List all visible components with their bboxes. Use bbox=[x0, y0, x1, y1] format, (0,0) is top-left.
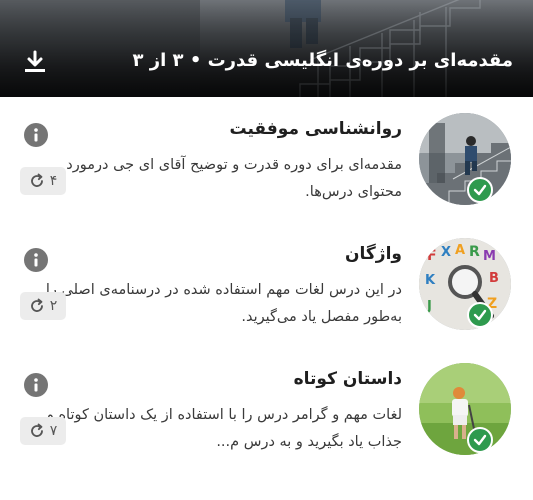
info-icon bbox=[34, 378, 38, 392]
retry-icon bbox=[30, 423, 43, 437]
retry-icon bbox=[30, 173, 43, 187]
info-button[interactable] bbox=[24, 123, 48, 147]
retry-count: ۲ bbox=[49, 298, 58, 314]
svg-text:R: R bbox=[469, 244, 480, 260]
svg-text:K: K bbox=[425, 273, 436, 288]
lesson-description: در این درس لغات مهم استفاده شده در درسنا… bbox=[45, 282, 402, 325]
info-button[interactable] bbox=[24, 373, 48, 397]
retry-button[interactable]: ۲ bbox=[20, 292, 66, 320]
completed-check-icon bbox=[467, 177, 493, 203]
info-icon bbox=[34, 128, 38, 142]
retry-icon bbox=[30, 298, 43, 312]
lesson-title: واژگان bbox=[345, 244, 402, 264]
lesson-description: لغات مهم و گرامر درس را با استفاده از یک… bbox=[46, 407, 402, 450]
svg-text:A: A bbox=[455, 243, 465, 258]
info-icon bbox=[34, 253, 38, 267]
retry-count: ۴ bbox=[49, 173, 58, 189]
retry-button[interactable]: ۷ bbox=[20, 417, 66, 445]
completed-check-icon bbox=[467, 302, 493, 328]
svg-text:J: J bbox=[426, 299, 432, 314]
completed-check-icon bbox=[467, 427, 493, 453]
retry-count: ۷ bbox=[49, 423, 58, 439]
lesson-thumbnail bbox=[419, 113, 511, 205]
svg-text:M: M bbox=[483, 249, 496, 264]
svg-text:B: B bbox=[489, 271, 499, 286]
lesson-thumbnail: F X A R M K B J Z bbox=[419, 238, 511, 330]
lesson-item[interactable]: روانشناسی موفقیت مقدمه‌ای برای دوره قدرت… bbox=[0, 97, 533, 222]
lesson-description: مقدمه‌ای برای دوره قدرت و توضیح آقای ای … bbox=[66, 157, 402, 200]
course-title: مقدمه‌ای بر دوره‌ی انگلیسی قدرت • ۳ از ۳ bbox=[132, 50, 513, 71]
svg-text:F: F bbox=[427, 248, 437, 264]
retry-button[interactable]: ۴ bbox=[20, 167, 66, 195]
lesson-item[interactable]: F X A R M K B J Z واژگان در این درس لغات… bbox=[0, 222, 533, 347]
download-icon bbox=[25, 50, 45, 72]
lesson-title: روانشناسی موفقیت bbox=[229, 119, 402, 139]
info-button[interactable] bbox=[24, 248, 48, 272]
download-button[interactable] bbox=[22, 50, 48, 74]
lesson-item[interactable]: داستان کوتاه لغات مهم و گرامر درس را با … bbox=[0, 347, 533, 472]
lesson-thumbnail bbox=[419, 363, 511, 455]
course-header: مقدمه‌ای بر دوره‌ی انگلیسی قدرت • ۳ از ۳ bbox=[0, 0, 533, 97]
svg-text:X: X bbox=[441, 245, 451, 260]
lesson-title: داستان کوتاه bbox=[293, 369, 402, 389]
